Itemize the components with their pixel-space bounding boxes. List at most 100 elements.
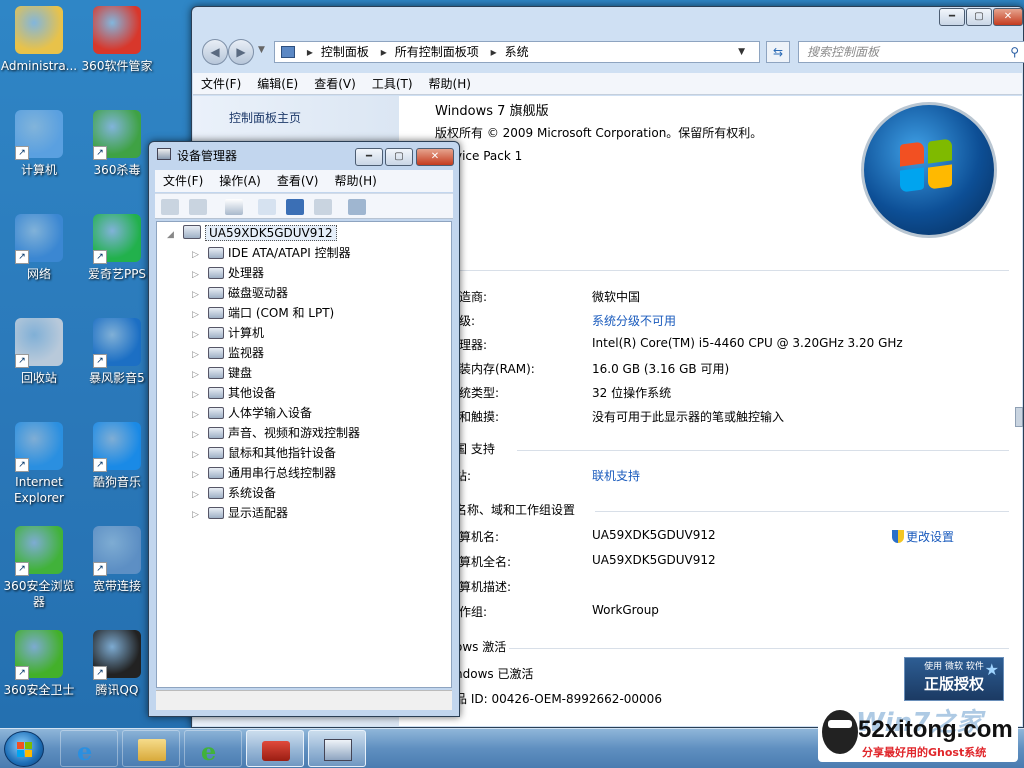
desktop-icon[interactable]: ↗ 宽带连接 bbox=[78, 526, 156, 594]
tree-node[interactable]: ▷ 人体学输入设备 bbox=[192, 403, 312, 423]
menu-item[interactable]: 编辑(E) bbox=[249, 73, 306, 95]
desktop-icon[interactable]: ↗ 360安全卫士 bbox=[0, 630, 78, 698]
tree-node[interactable]: ▷ 显示适配器 bbox=[192, 503, 288, 523]
expand-arrow-icon[interactable]: ▷ bbox=[192, 405, 202, 425]
flag-yellow-icon bbox=[928, 164, 952, 190]
taskbar-toolbox-button[interactable] bbox=[246, 730, 304, 767]
forward-arrow-icon[interactable]: ▶ bbox=[228, 39, 254, 65]
tree-node[interactable]: ▷ 系统设备 bbox=[192, 483, 276, 503]
taskbar-device-manager-button[interactable] bbox=[308, 730, 366, 767]
breadcrumb-item[interactable]: 所有控制面板项 bbox=[395, 45, 479, 59]
refresh-icon[interactable]: ⇆ bbox=[766, 41, 790, 63]
tree-node[interactable]: ▷ 鼠标和其他指针设备 bbox=[192, 443, 336, 463]
tree-node[interactable]: ▷ 声音、视频和游戏控制器 bbox=[192, 423, 360, 443]
properties-icon[interactable] bbox=[258, 199, 277, 215]
menu-item[interactable]: 工具(T) bbox=[364, 73, 421, 95]
expand-arrow-icon[interactable]: ▷ bbox=[192, 365, 202, 385]
desktop-icon[interactable]: ↗ 计算机 bbox=[0, 110, 78, 178]
desktop-icon[interactable]: ↗ 360安全浏览器 bbox=[0, 526, 78, 610]
tree-node[interactable]: ▷ 键盘 bbox=[192, 363, 252, 383]
maximize-button[interactable]: ▢ bbox=[385, 148, 413, 166]
tree-node[interactable]: ▷ 端口 (COM 和 LPT) bbox=[192, 303, 334, 323]
menu-item[interactable]: 查看(V) bbox=[306, 73, 364, 95]
taskbar-360-browser-button[interactable]: e bbox=[184, 730, 242, 767]
breadcrumb-item[interactable]: 控制面板 bbox=[321, 45, 369, 59]
system-row-label: 理器: bbox=[459, 338, 488, 352]
online-support-link[interactable]: 联机支持 bbox=[592, 467, 640, 484]
desktop-icon[interactable]: ↗ 腾讯QQ bbox=[78, 630, 156, 698]
expand-arrow-icon[interactable]: ▷ bbox=[192, 345, 202, 365]
taskbar-ie-button[interactable]: e bbox=[60, 730, 118, 767]
minimize-button[interactable]: ━ bbox=[355, 148, 383, 166]
tree-node[interactable]: ▷ 处理器 bbox=[192, 263, 264, 283]
breadcrumb-item[interactable]: 系统 bbox=[505, 45, 529, 59]
help-icon[interactable] bbox=[286, 199, 305, 215]
shortcut-arrow-icon: ↗ bbox=[15, 562, 29, 576]
tree-node[interactable]: ▷ 计算机 bbox=[192, 323, 264, 343]
tree-root[interactable]: ◢ UA59XDK5GDUV912 bbox=[167, 223, 337, 243]
expand-arrow-icon[interactable]: ▷ bbox=[192, 385, 202, 405]
tree-node[interactable]: ▷ 监视器 bbox=[192, 343, 264, 363]
desktop-icon[interactable]: ↗ 暴风影音5 bbox=[78, 318, 156, 386]
desktop-icon[interactable]: ↗ 爱奇艺PPS bbox=[78, 214, 156, 282]
user-folder-icon bbox=[15, 6, 63, 54]
show-hide-tree-icon[interactable] bbox=[224, 199, 243, 215]
back-arrow-icon[interactable] bbox=[161, 199, 179, 215]
search-input[interactable]: 搜索控制面板 ⚲ bbox=[798, 41, 1024, 63]
system-info-pane: Windows 7 旗舰版 版权所有 © 2009 Microsoft Corp… bbox=[399, 96, 1022, 726]
desktop-icon[interactable]: 360软件管家 bbox=[78, 6, 156, 74]
desktop-icon-label: 360杀毒 bbox=[93, 163, 141, 177]
change-settings-link[interactable]: 更改设置 bbox=[892, 528, 954, 545]
watermark-logo: Win7之家 52xitong.com 分享最好用的Ghost系统 bbox=[818, 704, 1018, 762]
close-button[interactable]: ✕ bbox=[416, 148, 454, 166]
expand-arrow-icon[interactable]: ▷ bbox=[192, 505, 202, 525]
expand-arrow-icon[interactable]: ▷ bbox=[192, 445, 202, 465]
menu-item[interactable]: 文件(F) bbox=[193, 73, 249, 95]
search-icon[interactable]: ⚲ bbox=[1010, 42, 1019, 62]
menu-item[interactable]: 文件(F) bbox=[155, 170, 211, 192]
taskbar-explorer-button[interactable] bbox=[122, 730, 180, 767]
minimize-button[interactable]: ━ bbox=[939, 8, 965, 26]
desktop-icon[interactable]: ↗ 回收站 bbox=[0, 318, 78, 386]
tree-node[interactable]: ▷ IDE ATA/ATAPI 控制器 bbox=[192, 243, 351, 263]
desktop-icon[interactable]: ↗ 网络 bbox=[0, 214, 78, 282]
expand-arrow-icon[interactable]: ▷ bbox=[192, 325, 202, 345]
tree-node-label: 磁盘驱动器 bbox=[228, 286, 289, 300]
desktop-icon[interactable]: ↗ 酷狗音乐 bbox=[78, 422, 156, 490]
expand-arrow-icon[interactable]: ▷ bbox=[192, 265, 202, 285]
scrollbar-thumb[interactable] bbox=[1015, 407, 1023, 427]
maximize-button[interactable]: ▢ bbox=[966, 8, 992, 26]
desktop-icon[interactable]: Administra... bbox=[0, 6, 78, 74]
expand-arrow-icon[interactable]: ▷ bbox=[192, 245, 202, 265]
tree-node[interactable]: ▷ 磁盘驱动器 bbox=[192, 283, 288, 303]
menu-item[interactable]: 查看(V) bbox=[269, 170, 327, 192]
menu-item[interactable]: 操作(A) bbox=[211, 170, 269, 192]
expand-arrow-icon[interactable]: ▷ bbox=[192, 465, 202, 485]
scan-hardware-icon[interactable] bbox=[347, 199, 366, 215]
breadcrumb[interactable]: ▸ 控制面板 ▸ 所有控制面板项 ▸ 系统 ▼ bbox=[274, 41, 760, 63]
close-button[interactable]: ✕ bbox=[993, 8, 1023, 26]
folder-icon bbox=[138, 739, 166, 761]
shortcut-arrow-icon: ↗ bbox=[93, 458, 107, 472]
chevron-down-icon[interactable]: ▼ bbox=[738, 42, 745, 62]
expanded-arrow-icon[interactable]: ◢ bbox=[167, 225, 177, 245]
menu-item[interactable]: 帮助(H) bbox=[326, 170, 384, 192]
menu-item[interactable]: 帮助(H) bbox=[421, 73, 479, 95]
start-button[interactable] bbox=[4, 731, 44, 767]
tree-node[interactable]: ▷ 通用串行总线控制器 bbox=[192, 463, 336, 483]
expand-arrow-icon[interactable]: ▷ bbox=[192, 285, 202, 305]
expand-arrow-icon[interactable]: ▷ bbox=[192, 305, 202, 325]
device-category-icon bbox=[208, 247, 224, 259]
device-category-icon bbox=[208, 487, 224, 499]
desktop-icon[interactable]: ↗ Internet Explorer bbox=[0, 422, 78, 506]
system-rating-link[interactable]: 系统分级不可用 bbox=[592, 312, 676, 329]
tree-node[interactable]: ▷ 其他设备 bbox=[192, 383, 276, 403]
action-pane-icon[interactable] bbox=[314, 199, 333, 215]
recent-pages-icon[interactable]: ▼ bbox=[258, 45, 265, 55]
forward-arrow-icon[interactable] bbox=[188, 199, 207, 215]
desktop-icon[interactable]: ↗ 360杀毒 bbox=[78, 110, 156, 178]
back-arrow-icon[interactable]: ◀ bbox=[202, 39, 228, 65]
expand-arrow-icon[interactable]: ▷ bbox=[192, 425, 202, 445]
expand-arrow-icon[interactable]: ▷ bbox=[192, 485, 202, 505]
nav-home-link[interactable]: 控制面板主页 bbox=[193, 96, 399, 126]
